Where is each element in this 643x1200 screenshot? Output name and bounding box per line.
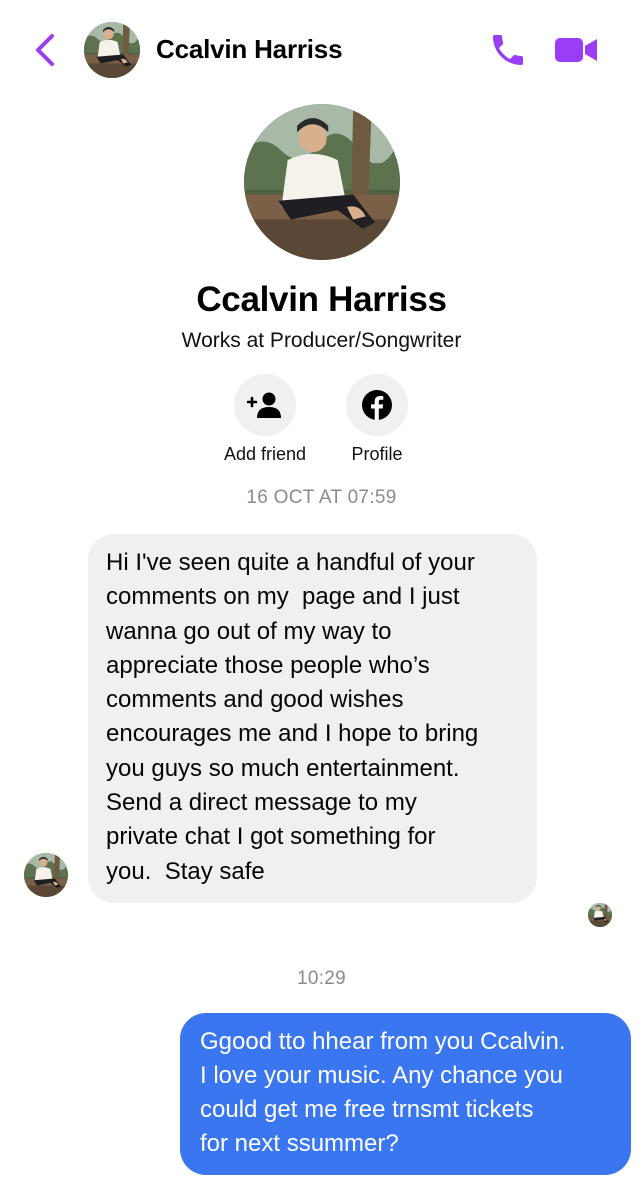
message-line: private chat I got something for xyxy=(106,823,436,851)
outgoing-message-bubble[interactable]: Ggood tto hhear from you Ccalvin. I love… xyxy=(180,1013,631,1175)
video-camera-icon xyxy=(553,33,599,67)
sender-avatar[interactable] xyxy=(24,853,68,897)
profile-label: Profile xyxy=(351,444,403,464)
message-line: you. Stay safe xyxy=(106,857,265,885)
message-line: comments and good wishes xyxy=(106,686,404,714)
message-line: Hi I've seen quite a handful of your xyxy=(106,549,475,576)
timestamp: 10:29 xyxy=(296,968,347,989)
message-line: comments on my page and I just xyxy=(106,583,460,611)
contact-name[interactable]: Ccalvin Harriss xyxy=(156,34,343,65)
profile-avatar[interactable] xyxy=(244,104,400,260)
add-friend-button[interactable]: Add friend xyxy=(200,374,330,465)
message-line: Send a direct message to my xyxy=(106,789,417,817)
incoming-message-bubble[interactable]: Hi I've seen quite a handful of your com… xyxy=(88,534,537,903)
facebook-icon xyxy=(361,389,393,421)
profile-circle[interactable] xyxy=(346,374,408,436)
add-friend-label: Add friend xyxy=(223,444,307,464)
add-person-icon xyxy=(247,390,283,420)
message-line: I love your music. Any chance you xyxy=(200,1062,563,1089)
phone-icon xyxy=(488,30,528,70)
read-receipt-avatar xyxy=(588,903,612,927)
message-line: could get me free trnsmt tickets xyxy=(200,1096,534,1123)
voice-call-button[interactable] xyxy=(488,30,528,70)
message-line: Ggood tto hhear from you Ccalvin. xyxy=(200,1028,566,1055)
message-line: you guys so much entertainment. xyxy=(106,754,460,782)
video-call-button[interactable] xyxy=(553,33,599,67)
message-line: encourages me and I hope to bring xyxy=(106,720,479,748)
chevron-left-icon xyxy=(30,30,60,70)
profile-button[interactable]: Profile xyxy=(312,374,442,465)
chat-header: Ccalvin Harriss xyxy=(0,0,643,100)
profile-name: Ccalvin Harriss xyxy=(196,280,447,319)
timestamp: 16 OCT AT 07:59 xyxy=(246,487,397,508)
message-line: wanna go out of my way to xyxy=(106,617,392,645)
back-button[interactable] xyxy=(30,30,60,70)
message-line: for next ssummer? xyxy=(200,1130,399,1157)
message-line: appreciate those people who’s xyxy=(106,651,430,679)
contact-avatar[interactable] xyxy=(84,22,140,78)
profile-subtitle: Works at Producer/Songwriter xyxy=(181,329,462,352)
add-friend-circle[interactable] xyxy=(234,374,296,436)
